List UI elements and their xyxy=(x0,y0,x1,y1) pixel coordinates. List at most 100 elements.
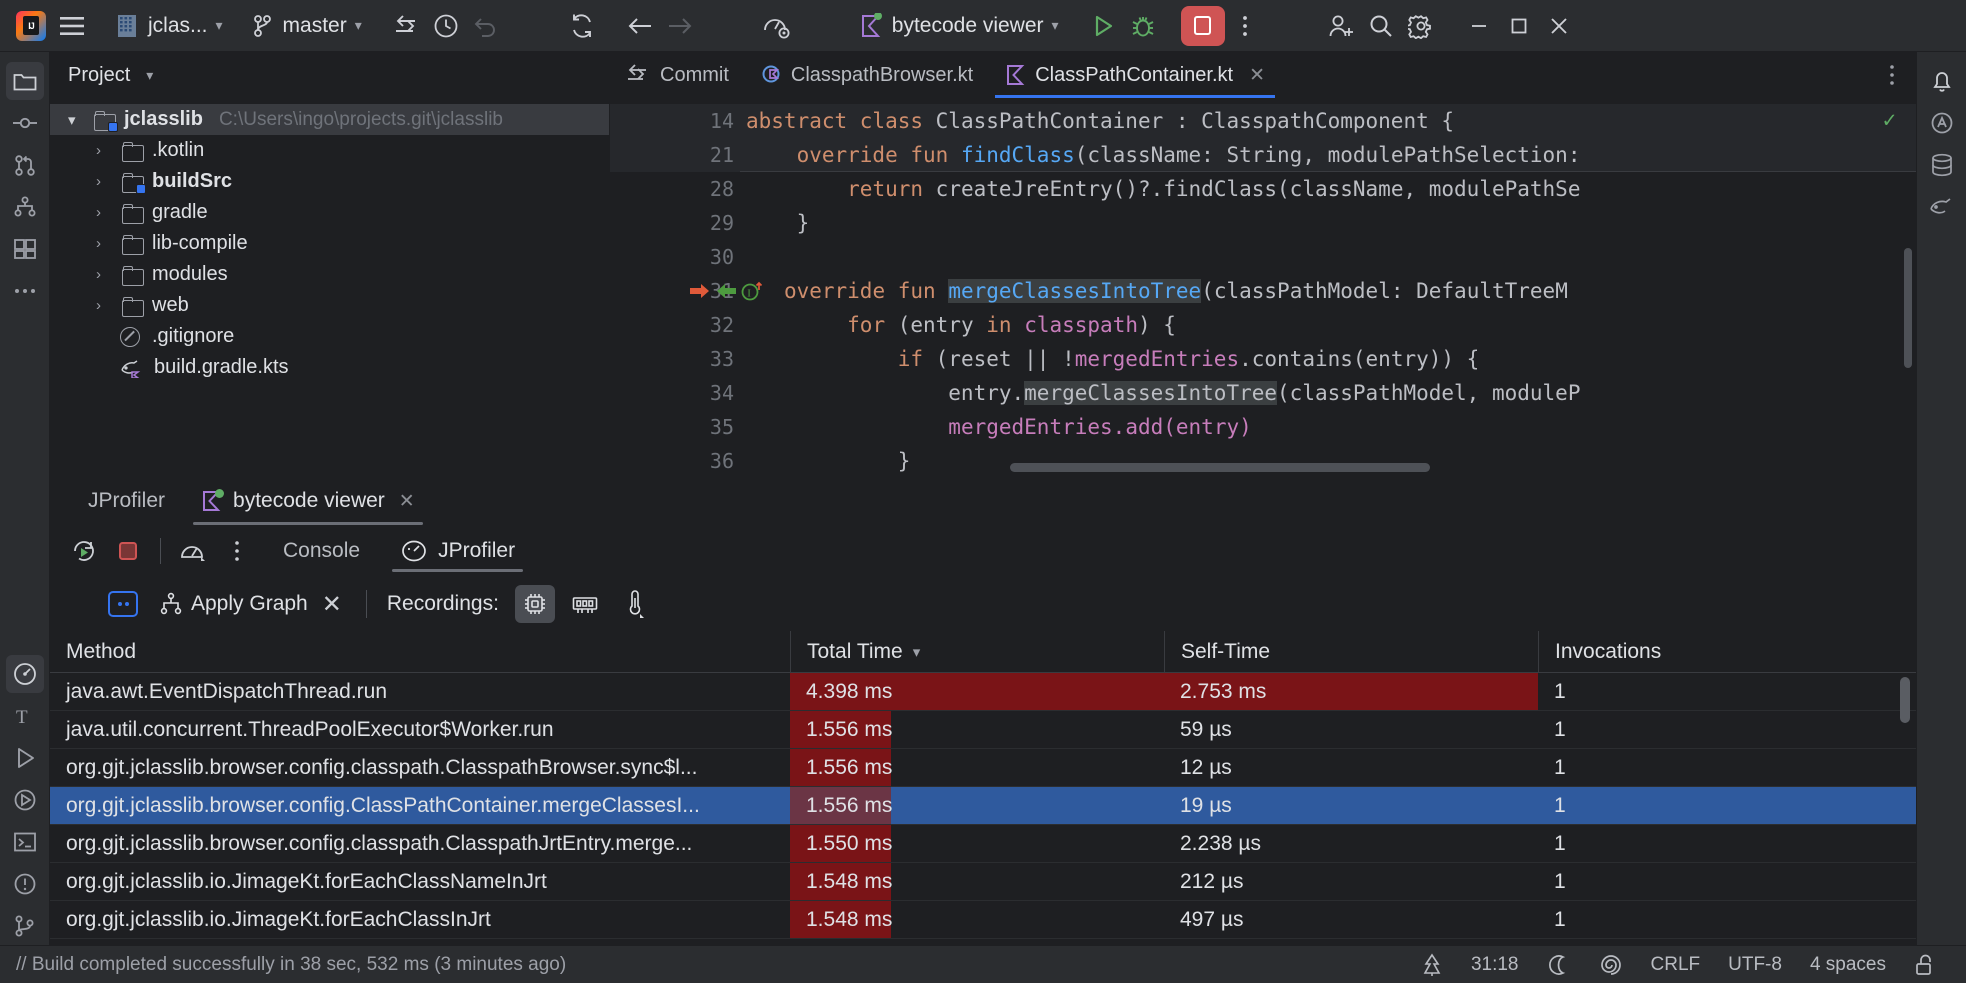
maximize-window-button[interactable] xyxy=(1499,6,1539,46)
chevron-right-icon[interactable]: › xyxy=(96,142,114,159)
editor-horizontal-scrollbar[interactable] xyxy=(1010,463,1430,472)
sidebar-item-jprofiler[interactable] xyxy=(5,655,44,693)
main-menu-button[interactable] xyxy=(52,6,92,46)
update-project-button[interactable] xyxy=(386,6,426,46)
branch-widget[interactable]: master ▾ xyxy=(247,6,368,46)
tree-node-buildsrc[interactable]: › buildSrc xyxy=(50,166,609,197)
sync-button[interactable] xyxy=(562,6,602,46)
editor-options-button[interactable] xyxy=(1882,52,1902,98)
tab-jprofiler-view[interactable]: JProfiler xyxy=(386,528,529,574)
editor-gutter[interactable]: 14 21 28 29 30 I 32 33 34 35 36 xyxy=(610,98,763,476)
memory-recording-button[interactable] xyxy=(565,585,605,623)
tab-commit[interactable]: Commit xyxy=(610,52,745,98)
tree-node-build-gradle-kts[interactable]: build.gradle.kts xyxy=(50,352,609,383)
sidebar-item-more[interactable] xyxy=(6,272,44,310)
chevron-right-icon[interactable]: › xyxy=(96,173,114,190)
navigate-back-button[interactable] xyxy=(620,6,660,46)
run-button[interactable] xyxy=(1083,6,1123,46)
close-tab-icon[interactable]: ✕ xyxy=(399,490,415,513)
table-row[interactable]: java.util.concurrent.ThreadPoolExecutor$… xyxy=(50,711,1916,749)
table-row[interactable]: org.gjt.jclasslib.browser.config.classpa… xyxy=(50,749,1916,787)
column-header-method[interactable]: Method xyxy=(50,631,790,673)
stop-button[interactable] xyxy=(1180,5,1225,46)
line-separator-value[interactable]: CRLF xyxy=(1637,950,1715,980)
tree-node-lib-compile[interactable]: › lib-compile xyxy=(50,228,609,259)
chevron-right-icon[interactable]: › xyxy=(96,235,114,252)
readonly-toggle[interactable] xyxy=(1900,950,1950,980)
navigate-forward-button[interactable] xyxy=(660,6,700,46)
tab-classpathcontainer-kt[interactable]: ClassPathContainer.kt ✕ xyxy=(989,52,1281,98)
run-more-button[interactable] xyxy=(217,531,257,571)
table-row[interactable]: org.gjt.jclasslib.io.JimageKt.forEachCla… xyxy=(50,901,1916,939)
close-graph-icon[interactable]: ✕ xyxy=(318,590,346,619)
chevron-down-icon[interactable]: ▾ xyxy=(146,67,153,84)
chevron-right-icon[interactable]: › xyxy=(96,204,114,221)
sidebar-item-commit[interactable] xyxy=(6,104,44,142)
column-header-self-time[interactable]: Self-Time xyxy=(1164,631,1538,673)
tab-console[interactable]: Console xyxy=(269,528,374,574)
rerun-button[interactable] xyxy=(64,531,104,571)
debug-button[interactable] xyxy=(1123,6,1163,46)
tree-node-jclasslib[interactable]: ▾ jclasslib C:\Users\ingo\projects.git\j… xyxy=(50,104,609,135)
ai-assistant-button[interactable] xyxy=(1923,104,1961,142)
project-tree[interactable]: ▾ jclasslib C:\Users\ingo\projects.git\j… xyxy=(50,98,609,383)
sidebar-item-bookmarks[interactable] xyxy=(6,230,44,268)
run-configuration-widget[interactable]: bytecode viewer ▾ xyxy=(854,6,1065,46)
sidebar-item-structure[interactable] xyxy=(6,188,44,226)
column-header-invocations[interactable]: Invocations xyxy=(1538,631,1916,673)
sidebar-item-problems[interactable] xyxy=(6,865,44,903)
profiler-table[interactable]: Method Total Time ▾ Self-Time Invocation… xyxy=(50,631,1916,945)
search-everywhere-button[interactable] xyxy=(1361,6,1401,46)
close-tab-icon[interactable]: ✕ xyxy=(1249,64,1265,87)
gradle-button[interactable] xyxy=(1923,188,1961,226)
tab-bytecode-viewer[interactable]: bytecode viewer ✕ xyxy=(183,477,433,525)
sidebar-item-run[interactable] xyxy=(6,739,44,777)
chevron-down-icon[interactable]: ▾ xyxy=(68,111,86,129)
tab-jprofiler[interactable]: JProfiler xyxy=(70,477,183,525)
sidebar-item-terminal[interactable] xyxy=(6,823,44,861)
apply-graph-button[interactable]: Apply Graph xyxy=(160,592,308,616)
indent-widget[interactable]: 4 spaces xyxy=(1796,950,1900,980)
tree-node-web[interactable]: › web xyxy=(50,290,609,321)
line-separator-widget[interactable] xyxy=(1533,950,1585,980)
sidebar-item-project[interactable] xyxy=(5,62,44,100)
sidebar-item-pull-requests[interactable] xyxy=(6,146,44,184)
thermometer-recording-button[interactable] xyxy=(615,585,655,623)
column-header-total-time[interactable]: Total Time ▾ xyxy=(790,631,1164,673)
tree-node-gitignore[interactable]: .gitignore xyxy=(50,321,609,352)
chevron-right-icon[interactable]: › xyxy=(96,297,114,314)
editor-vertical-scrollbar[interactable] xyxy=(1904,248,1912,368)
tab-classpathbrowser-kt[interactable]: ClasspathBrowser.kt xyxy=(745,52,989,98)
tree-node-gradle[interactable]: › gradle xyxy=(50,197,609,228)
code-with-me-button[interactable] xyxy=(1321,6,1361,46)
close-window-button[interactable] xyxy=(1539,6,1579,46)
more-actions-button[interactable] xyxy=(1225,6,1265,46)
history-button[interactable] xyxy=(426,6,466,46)
sidebar-item-debug[interactable] xyxy=(6,781,44,819)
table-row[interactable]: org.gjt.jclasslib.io.JimageKt.forEachCla… xyxy=(50,863,1916,901)
notifications-button[interactable] xyxy=(1923,62,1961,100)
inspection-status-icon[interactable]: ✓ xyxy=(1883,108,1896,133)
table-row[interactable]: org.gjt.jclasslib.browser.config.classpa… xyxy=(50,825,1916,863)
code-editor[interactable]: 14 21 28 29 30 I 32 33 34 35 36 abstract… xyxy=(610,98,1916,476)
cpu-recording-button[interactable] xyxy=(514,585,555,623)
profiler-settings-button[interactable] xyxy=(756,6,798,46)
table-row[interactable]: java.awt.EventDispatchThread.run 4.398 m… xyxy=(50,673,1916,711)
caret-position[interactable]: 31:18 xyxy=(1457,950,1533,980)
table-row-selected[interactable]: org.gjt.jclasslib.browser.config.ClassPa… xyxy=(50,787,1916,825)
sidebar-item-git[interactable] xyxy=(6,907,44,945)
settings-button[interactable] xyxy=(1401,6,1441,46)
profiler-gauge-button[interactable] xyxy=(173,531,213,571)
tree-node-kotlin[interactable]: › .kotlin xyxy=(50,135,609,166)
code-style-widget[interactable] xyxy=(1585,950,1637,980)
call-tree-view-button[interactable] xyxy=(108,591,138,617)
sidebar-item-todo[interactable]: T xyxy=(6,697,44,735)
encoding-widget[interactable]: UTF-8 xyxy=(1714,950,1796,980)
code-text[interactable]: abstract class ClassPathContainer : Clas… xyxy=(740,98,1916,476)
gradle-status-button[interactable] xyxy=(1407,950,1457,980)
table-vertical-scrollbar[interactable] xyxy=(1900,677,1910,723)
project-widget[interactable]: jclas... ▾ xyxy=(110,6,229,46)
chevron-right-icon[interactable]: › xyxy=(96,266,114,283)
minimize-window-button[interactable] xyxy=(1459,6,1499,46)
tree-node-modules[interactable]: › modules xyxy=(50,259,609,290)
